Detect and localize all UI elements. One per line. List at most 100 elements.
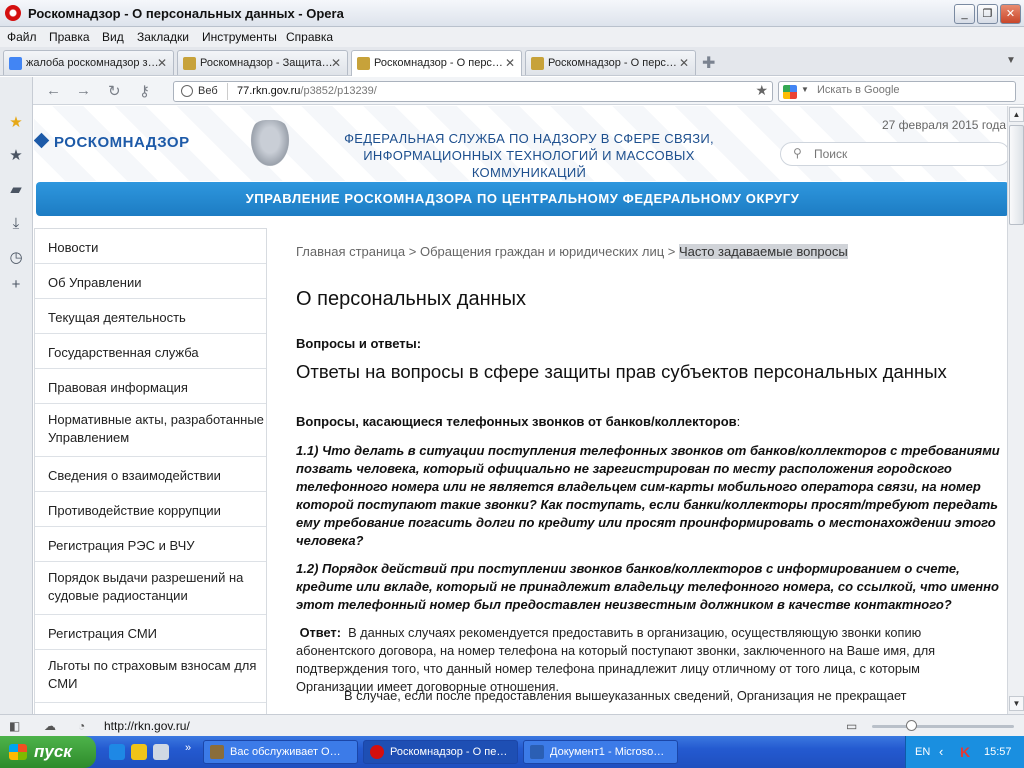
window-titlebar: Роскомнадзор - О персональных данных - O… [0,0,1024,27]
rkn-favicon-icon [531,57,544,70]
status-url: http://rkn.gov.ru/ [104,719,190,733]
scroll-up-icon[interactable]: ▲ [1009,107,1024,122]
scrollbar-thumb[interactable] [1009,125,1024,225]
taskbar-button-chat[interactable]: Вас обслуживает О… [203,740,358,764]
search-input[interactable] [817,84,1007,96]
google-icon[interactable] [783,85,797,99]
add-panel-icon[interactable]: + [8,277,24,293]
site-search-field[interactable]: ⚲ [780,142,1007,166]
nav-item-about[interactable]: Об Управлении [35,264,266,299]
tab-rkn-personal-data-active[interactable]: Роскомнадзор - О перс… ✕ [351,50,522,76]
wand-key-icon[interactable]: ⚷ [139,82,150,100]
menu-edit[interactable]: Правка [49,30,90,44]
tab-google-search[interactable]: жалоба роскомнадзор з… ✕ [3,50,174,75]
answer-continuation: В случае, если после предоставления выше… [344,688,907,703]
speed-dial-star-icon[interactable]: ★ [8,115,24,131]
site-date: 27 февраля 2015 года [882,118,1007,132]
word-app-icon [530,745,544,759]
menu-view[interactable]: Вид [102,30,124,44]
minimize-button[interactable]: _ [954,4,975,24]
department-banner[interactable]: УПРАВЛЕНИЕ РОСКОМНАДЗОРА ПО ЦЕНТРАЛЬНОМУ… [36,182,1007,216]
tab-rkn-protection[interactable]: Роскомнадзор - Защита… ✕ [177,50,348,75]
tab-rkn-personal-data[interactable]: Роскомнадзор - О перс… ✕ [525,50,696,75]
status-bar: ◧ ☁ ◔ http://rkn.gov.ru/ ▭ [0,714,1024,736]
google-favicon-icon [9,57,22,70]
maximize-button[interactable]: ❐ [977,4,998,24]
taskbar-button-word[interactable]: Документ1 - Microso… [523,740,678,764]
zoom-slider-track[interactable] [872,725,1014,728]
search-engine-field[interactable]: ▼ [778,81,1016,102]
rkn-logo[interactable]: РОСКОМНАДЗОР [34,132,190,151]
reload-icon[interactable]: ↻ [108,82,121,100]
search-icon: ⚲ [793,146,802,160]
kaspersky-tray-icon[interactable]: K [960,744,970,760]
system-tray: EN ‹ K 15:57 [905,736,1024,768]
close-tab-icon[interactable]: ✕ [505,56,515,70]
close-tab-icon[interactable]: ✕ [331,56,341,70]
site-info-badge[interactable]: Веб [176,83,228,100]
menu-tools[interactable]: Инструменты [202,30,277,44]
downloads-icon[interactable]: ⤓ [8,216,24,232]
notes-icon[interactable]: ▰ [8,182,24,198]
nav-item-current-activity[interactable]: Текущая деятельность [35,299,266,334]
start-button[interactable]: пуск [0,736,96,768]
menu-bookmarks[interactable]: Закладки [137,30,189,44]
quicklaunch-more-icon[interactable]: » [185,742,191,754]
menu-file[interactable]: Файл [7,30,37,44]
taskbar-button-opera[interactable]: Роскомнадзор - О пе… [363,740,518,764]
answer-text: Ответ: В данных случаях рекомендуется пр… [296,625,936,694]
breadcrumb: Главная страница > Обращения граждан и ю… [296,244,848,259]
nav-item-media-registration[interactable]: Регистрация СМИ [35,615,266,650]
scroll-down-icon[interactable]: ▼ [1009,696,1024,711]
nav-item-regulations[interactable]: Нормативные акты, разработанные Управлен… [35,404,266,457]
nav-item-interaction[interactable]: Сведения о взаимодействии [35,457,266,492]
address-field[interactable]: Веб 77.rkn.gov.ru/p3852/p13239/ ★ [173,81,773,102]
tab-label: Роскомнадзор - О перс… [548,57,677,69]
nav-item-media-benefits[interactable]: Льготы по страховым взносам для СМИ [35,650,266,703]
back-icon[interactable]: ← [46,82,61,99]
new-tab-icon[interactable]: ✚ [702,53,715,73]
breadcrumb-home[interactable]: Главная страница [296,244,405,259]
window-title: Роскомнадзор - О персональных данных - O… [28,6,344,21]
forward-icon[interactable]: → [76,82,91,99]
history-clock-icon[interactable]: ◷ [8,250,24,266]
nav-item-res-registration[interactable]: Регистрация РЭС и ВЧУ [35,527,266,562]
zoom-slider-thumb[interactable] [906,720,917,731]
nav-item-civil-service[interactable]: Государственная служба [35,334,266,369]
turbo-cloud-icon[interactable]: ☁ [44,719,56,733]
bookmark-star-icon[interactable]: ★ [755,82,768,99]
nav-item-news[interactable]: Новости [35,229,266,264]
globe-icon [181,85,193,97]
nav-item-anti-corruption[interactable]: Противодействие коррупции [35,492,266,527]
speed-gauge-icon[interactable]: ◔ [78,719,85,733]
breadcrumb-current[interactable]: Часто задаваемые вопросы [679,244,848,259]
menu-help[interactable]: Справка [286,30,333,44]
language-indicator[interactable]: EN [915,746,930,758]
menu-bar: Файл Правка Вид Закладки Инструменты Спр… [0,27,1024,47]
vertical-scrollbar[interactable]: ▲ ▼ [1007,106,1024,714]
breadcrumb-section[interactable]: Обращения граждан и юридических лиц [420,244,664,259]
close-tab-icon[interactable]: ✕ [679,56,689,70]
url-text[interactable]: 77.rkn.gov.ru/p3852/p13239/ [237,85,377,97]
address-toolbar: ← → ↻ ⚷ Веб 77.rkn.gov.ru/p3852/p13239/ … [33,77,1024,105]
clock: 15:57 [984,746,1012,758]
view-icon[interactable]: ▭ [846,719,857,733]
media-quicklaunch-icon[interactable] [131,744,147,760]
chat-app-icon [210,745,224,759]
bookmarks-star-icon[interactable]: ★ [8,148,24,164]
question-1-1: 1.1) Что делать в ситуации поступления т… [296,443,1000,548]
nav-item-ship-radio[interactable]: Порядок выдачи разрешений на судовые рад… [35,562,266,615]
nav-item-legal-info[interactable]: Правовая информация [35,369,266,404]
close-tab-icon[interactable]: ✕ [157,56,167,70]
tab-list-chevron-icon[interactable]: ▼ [1006,55,1016,66]
ie-quicklaunch-icon[interactable] [109,744,125,760]
panel-toggle-icon[interactable]: ◧ [9,719,20,733]
desktop-quicklaunch-icon[interactable] [153,744,169,760]
page-viewport: РОСКОМНАДЗОР ФЕДЕРАЛЬНАЯ СЛУЖБА ПО НАДЗО… [34,106,1007,714]
close-window-button[interactable]: ✕ [1000,4,1021,24]
agency-name: ФЕДЕРАЛЬНАЯ СЛУЖБА ПО НАДЗОРУ В СФЕРЕ СВ… [344,131,714,180]
site-header: РОСКОМНАДЗОР ФЕДЕРАЛЬНАЯ СЛУЖБА ПО НАДЗО… [34,106,1007,181]
search-engine-dropdown-icon[interactable]: ▼ [801,85,809,94]
site-search-input[interactable] [814,147,964,161]
tray-expand-icon[interactable]: ‹ [939,744,943,759]
